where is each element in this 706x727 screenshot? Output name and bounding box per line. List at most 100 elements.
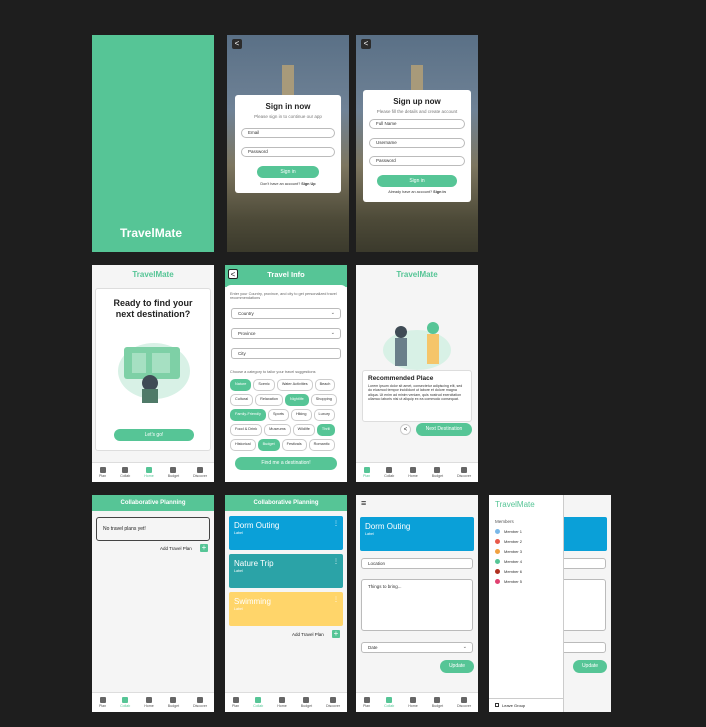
bottom-nav: Plan Collab Home Budget Discover [92,462,214,482]
prev-button[interactable]: < [400,424,411,435]
nav-budget[interactable]: Budget [301,697,312,708]
more-icon[interactable]: ⋮ [333,596,339,603]
nav-label: Plan [362,474,371,478]
email-field[interactable]: Email [241,128,335,138]
plan-card[interactable]: Dorm Outing Label ⋮ [229,516,343,550]
nav-discover[interactable]: Discover [193,467,207,478]
more-icon[interactable]: ⋮ [333,520,339,527]
nav-plan[interactable]: Plan [363,467,370,478]
plan-title: Nature Trip [234,559,274,568]
signin-button[interactable]: Sign in [257,166,319,178]
things-to-bring-input[interactable]: Things to bring... [361,579,473,631]
leave-icon [495,703,499,707]
nav-budget[interactable]: Budget [432,467,443,478]
category-chip[interactable]: Festivals [281,438,307,451]
nav-budget[interactable]: Budget [432,697,443,708]
category-chip[interactable]: Water Activities [276,378,313,391]
plan-card[interactable]: Swimming Label ⋮ [229,592,343,626]
update-button[interactable]: Update [573,660,607,673]
plan-card[interactable]: Nature Trip Label ⋮ [229,554,343,588]
category-chip[interactable]: Museums [264,423,291,436]
category-chip[interactable]: Nature [230,378,252,391]
signup-link[interactable]: Sign Up [301,182,315,186]
category-chip[interactable]: Luxury [313,408,335,421]
category-chip[interactable]: Food & Drink [230,423,263,436]
member-item[interactable]: Member 5 [495,579,563,584]
nav-collab[interactable]: Collab [253,697,263,708]
category-chip[interactable]: Sports [267,408,289,421]
nav-collab[interactable]: Collab [384,467,394,478]
category-chip[interactable]: Thrill [316,423,336,436]
nav-collab[interactable]: Collab [384,697,394,708]
category-chip[interactable]: Family-Friendly [230,408,266,421]
discover-icon [461,697,468,703]
nav-label: Budget [431,704,444,708]
nav-discover[interactable]: Discover [457,467,471,478]
category-chip[interactable]: Scenic [253,378,275,391]
add-plan-button[interactable]: + [332,630,340,638]
date-dropdown[interactable]: Date ⌄ [361,642,473,653]
nav-home[interactable]: Home [144,697,154,708]
nav-discover[interactable]: Discover [326,697,340,708]
nav-plan[interactable]: Plan [99,467,106,478]
username-field[interactable]: Username [369,138,465,148]
country-dropdown[interactable]: Country ⌄ [231,308,341,319]
member-item[interactable]: Member 3 [495,549,563,554]
nav-plan[interactable]: Plan [363,697,370,708]
category-chip[interactable]: Shopping [310,393,337,406]
back-button[interactable]: < [361,39,371,49]
member-item[interactable]: Member 4 [495,559,563,564]
more-icon[interactable]: ⋮ [333,558,339,565]
password-field[interactable]: Password [241,147,335,157]
nav-collab[interactable]: Collab [120,467,130,478]
splash-title: TravelMate [120,226,183,240]
category-chip[interactable]: Beach [314,378,336,391]
signup-button[interactable]: Sign in [377,175,457,187]
nav-plan[interactable]: Plan [232,697,239,708]
update-button[interactable]: Update [440,660,474,673]
lets-go-button[interactable]: Let's go! [114,429,194,441]
menu-icon[interactable]: ≡ [361,498,366,508]
nav-home[interactable]: Home [408,467,418,478]
date-value: Date [368,645,378,650]
nav-budget[interactable]: Budget [168,467,179,478]
city-input[interactable]: City [231,348,341,359]
category-chip[interactable]: Relaxation [255,393,284,406]
category-chip[interactable]: Budget [257,438,280,451]
category-chip[interactable]: Historical [230,438,256,451]
signin-link[interactable]: Sign in [433,190,446,194]
nav-home[interactable]: Home [277,697,287,708]
password-field[interactable]: Password [369,156,465,166]
category-chip[interactable]: Cultural [230,393,254,406]
nav-collab[interactable]: Collab [120,697,130,708]
avatar [495,549,500,554]
members-title: Members [495,519,514,524]
nav-label: Discover [326,704,341,708]
home-icon [410,467,416,473]
avatar [495,559,500,564]
full-name-field[interactable]: Full Name [369,119,465,129]
category-chip[interactable]: Nightlife [285,393,309,406]
nav-discover[interactable]: Discover [193,697,207,708]
member-item[interactable]: Member 1 [495,529,563,534]
nav-home[interactable]: Home [408,697,418,708]
location-input[interactable]: Location [361,558,473,569]
category-chip[interactable]: Hiking [290,408,312,421]
back-button[interactable]: < [232,39,242,49]
nav-discover[interactable]: Discover [457,697,471,708]
budget-icon [434,467,441,473]
leave-group-button[interactable]: Leave Group [489,698,563,712]
nav-budget[interactable]: Budget [168,697,179,708]
province-dropdown[interactable]: Province ⌄ [231,328,341,339]
plan-detail-screen: ≡ Dorm Outing Label Location Things to b… [356,495,478,712]
next-destination-button[interactable]: Next Destination [416,423,472,436]
member-item[interactable]: Member 2 [495,539,563,544]
nav-home[interactable]: Home [144,467,154,478]
nav-plan[interactable]: Plan [99,697,106,708]
find-destination-button[interactable]: Find me a destination! [235,457,337,470]
collab-empty-screen: Collaborative Planning No travel plans y… [92,495,214,712]
category-chip[interactable]: Wildlife [292,423,315,436]
member-item[interactable]: Member 6 [495,569,563,574]
add-plan-button[interactable]: + [200,544,208,552]
category-chip[interactable]: Romantic [308,438,335,451]
